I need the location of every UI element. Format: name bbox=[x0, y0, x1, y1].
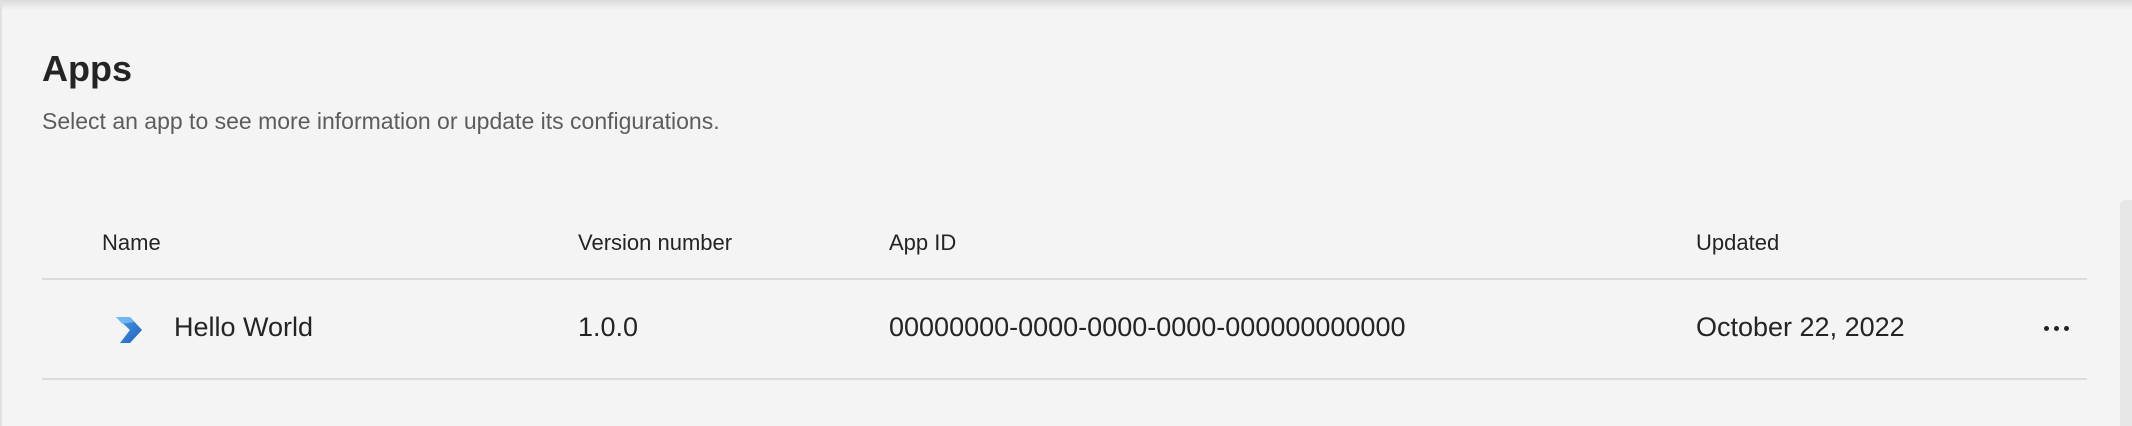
column-header-version[interactable]: Version number bbox=[578, 230, 732, 256]
app-version: 1.0.0 bbox=[578, 312, 639, 342]
table-header-row: Name Version number App ID Updated bbox=[42, 210, 2087, 280]
column-header-app-id[interactable]: App ID bbox=[889, 230, 956, 256]
left-border bbox=[0, 0, 2, 426]
power-apps-chevron-icon bbox=[116, 317, 142, 343]
more-options-button[interactable] bbox=[2036, 308, 2076, 348]
vertical-scrollbar[interactable] bbox=[2120, 200, 2132, 426]
apps-table: Name Version number App ID Updated Hello… bbox=[42, 210, 2087, 380]
app-name[interactable]: Hello World bbox=[174, 312, 313, 343]
more-options-icon-dot bbox=[2043, 325, 2049, 331]
column-header-updated[interactable]: Updated bbox=[1696, 230, 1779, 256]
more-options-icon-dot bbox=[2053, 325, 2059, 331]
app-id: 00000000-0000-0000-0000-000000000000 bbox=[889, 312, 1406, 342]
app-updated-date: October 22, 2022 bbox=[1696, 312, 1905, 342]
table-row[interactable]: Hello World 1.0.0 00000000-0000-0000-000… bbox=[42, 280, 2087, 380]
page-title: Apps bbox=[42, 48, 132, 89]
column-header-name[interactable]: Name bbox=[102, 230, 161, 256]
top-shadow bbox=[0, 0, 2132, 10]
page-subtitle: Select an app to see more information or… bbox=[42, 108, 720, 134]
more-options-icon-dot bbox=[2063, 325, 2069, 331]
